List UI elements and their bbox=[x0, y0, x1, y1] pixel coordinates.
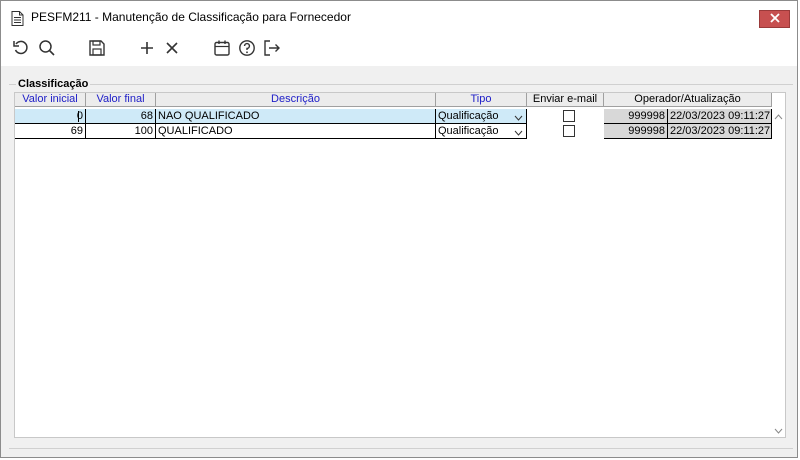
cell-atualizacao: 22/03/2023 09:11:27 bbox=[668, 109, 772, 124]
exit-button[interactable] bbox=[262, 39, 282, 59]
undo-button[interactable] bbox=[11, 39, 31, 59]
cell-descricao[interactable]: NAO QUALIFICADO bbox=[156, 109, 436, 124]
header-enviar-email[interactable]: Enviar e-mail bbox=[527, 93, 604, 107]
close-button[interactable] bbox=[759, 10, 790, 28]
cell-atualizacao: 22/03/2023 09:11:27 bbox=[668, 124, 772, 139]
scroll-up-icon[interactable] bbox=[774, 111, 783, 123]
header-operador-atualizacao[interactable]: Operador/Atualização bbox=[604, 93, 772, 107]
header-descricao[interactable]: Descrição bbox=[156, 93, 436, 107]
scroll-down-icon[interactable] bbox=[774, 425, 783, 437]
group-label: Classificação bbox=[16, 78, 91, 90]
document-icon bbox=[11, 11, 24, 29]
add-icon bbox=[139, 40, 155, 59]
help-icon bbox=[238, 39, 256, 60]
cell-valor-inicial[interactable]: 0 bbox=[15, 109, 86, 124]
close-icon bbox=[769, 12, 780, 26]
bottom-divider bbox=[9, 440, 793, 449]
exit-icon bbox=[263, 39, 281, 60]
search-icon bbox=[38, 39, 56, 60]
tipo-dropdown[interactable]: Qualificação bbox=[436, 124, 527, 139]
cell-operador: 999998 bbox=[604, 109, 668, 124]
header-tipo[interactable]: Tipo bbox=[436, 93, 527, 107]
toolbar bbox=[1, 32, 797, 66]
tipo-value: Qualificação bbox=[438, 125, 499, 137]
save-icon bbox=[88, 39, 106, 60]
group-border bbox=[9, 84, 793, 85]
delete-button[interactable] bbox=[162, 39, 182, 59]
header-valor-final[interactable]: Valor final bbox=[86, 93, 156, 107]
undo-icon bbox=[12, 39, 30, 60]
cell-operador: 999998 bbox=[604, 124, 668, 139]
cell-valor-inicial[interactable]: 69 bbox=[15, 124, 86, 139]
save-button[interactable] bbox=[87, 39, 107, 59]
enviar-email-checkbox[interactable] bbox=[563, 110, 575, 122]
help-button[interactable] bbox=[237, 39, 257, 59]
enviar-email-checkbox[interactable] bbox=[563, 125, 575, 137]
chevron-down-icon[interactable] bbox=[514, 111, 523, 123]
cell-valor-final[interactable]: 68 bbox=[86, 109, 156, 124]
cell-descricao[interactable]: QUALIFICADO bbox=[156, 124, 436, 139]
search-button[interactable] bbox=[37, 39, 57, 59]
tipo-dropdown[interactable]: Qualificação bbox=[436, 109, 527, 124]
chevron-down-icon[interactable] bbox=[514, 126, 523, 138]
add-button[interactable] bbox=[137, 39, 157, 59]
cell-valor-final[interactable]: 100 bbox=[86, 124, 156, 139]
application-window: PESFM211 - Manutenção de Classificação p… bbox=[0, 0, 798, 458]
header-valor-inicial[interactable]: Valor inicial bbox=[15, 93, 86, 107]
title-bar: PESFM211 - Manutenção de Classificação p… bbox=[1, 1, 797, 32]
content-area: Classificação Valor inicial Valor final … bbox=[1, 67, 797, 457]
tipo-value: Qualificação bbox=[438, 110, 499, 122]
delete-icon bbox=[165, 41, 179, 58]
calendar-button[interactable] bbox=[212, 39, 232, 59]
classification-grid[interactable]: Valor inicial Valor final Descrição Tipo… bbox=[14, 92, 786, 438]
window-title: PESFM211 - Manutenção de Classificação p… bbox=[31, 10, 351, 24]
text-caret bbox=[78, 111, 79, 122]
calendar-icon bbox=[213, 39, 231, 60]
